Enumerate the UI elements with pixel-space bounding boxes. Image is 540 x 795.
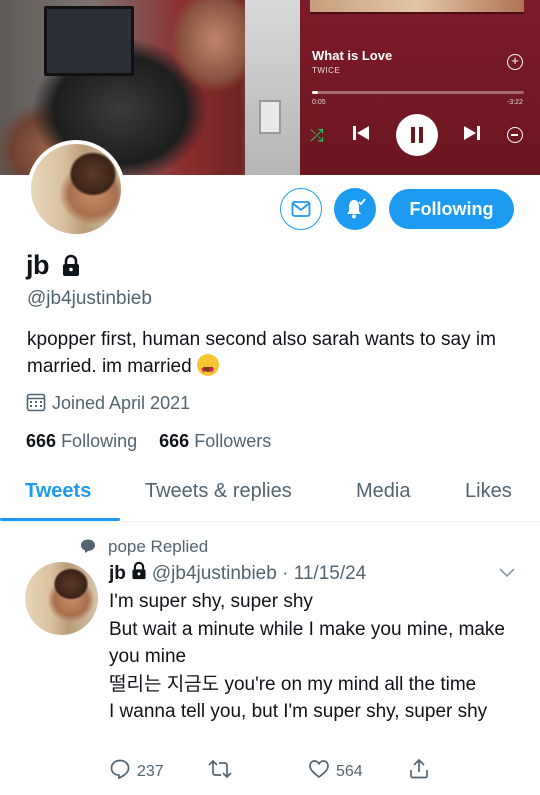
- following-button[interactable]: Following: [389, 189, 514, 229]
- tweet-author-name[interactable]: jb: [109, 563, 126, 584]
- mail-icon: [291, 201, 311, 217]
- tweet-date-separator: ·: [276, 563, 294, 584]
- remaining-time: -3:22: [507, 99, 523, 106]
- music-player: What is Love TWICE + 0:05 -3:22 ⤮: [300, 0, 540, 175]
- joined-date: Joined April 2021: [26, 392, 190, 414]
- song-artist: TWICE: [312, 66, 341, 75]
- banner-photo: [0, 0, 300, 175]
- reply-icon: [110, 759, 130, 780]
- like-icon: [309, 760, 329, 779]
- retweet-button[interactable]: [207, 758, 239, 781]
- following-count: 666: [26, 431, 57, 451]
- followers-count: 666: [159, 431, 190, 451]
- remove-icon[interactable]: [507, 127, 523, 143]
- profile-bio: kpopper first, human second also sarah w…: [27, 326, 517, 384]
- tweet-author-handle[interactable]: @jb4justinbieb: [152, 563, 277, 584]
- followers-stat[interactable]: 666 Followers: [159, 431, 271, 451]
- previous-icon[interactable]: [352, 124, 370, 147]
- tab-tweets[interactable]: Tweets: [25, 480, 91, 503]
- pause-icon[interactable]: [396, 114, 438, 156]
- bell-icon: [347, 198, 366, 219]
- like-count: 564: [336, 763, 363, 780]
- followers-label: Followers: [194, 431, 272, 451]
- progress-fill: [312, 91, 319, 94]
- banner-tv: [44, 6, 134, 76]
- lock-icon: [60, 254, 82, 278]
- reply-bubble-icon: [81, 539, 95, 553]
- tweet-actions: 237 564: [0, 758, 540, 788]
- share-button[interactable]: [408, 758, 430, 781]
- shuffle-icon[interactable]: ⤮: [310, 126, 324, 146]
- message-button[interactable]: [280, 188, 322, 230]
- profile-handle: @jb4justinbieb: [27, 288, 152, 309]
- add-icon[interactable]: +: [507, 54, 523, 70]
- profile-tabs: Tweets Tweets & replies Media Likes: [0, 466, 540, 522]
- reply-button[interactable]: 237: [109, 758, 164, 781]
- reply-count: 237: [137, 763, 164, 780]
- context-text[interactable]: pope Replied: [108, 537, 208, 556]
- joined-text: Joined April 2021: [52, 393, 191, 413]
- elapsed-time: 0:05: [312, 99, 326, 106]
- like-button[interactable]: 564: [308, 758, 363, 781]
- heart-eyes-emoji-icon: [196, 354, 219, 384]
- following-label: Following: [61, 431, 138, 451]
- tab-tweets-replies[interactable]: Tweets & replies: [145, 480, 292, 503]
- tweet-header: jb @jb4justinbieb · 11/15/24: [109, 561, 366, 585]
- tweet-date[interactable]: 11/15/24: [294, 563, 367, 584]
- tweet-text: I'm super shy, super shy But wait a minu…: [109, 588, 529, 726]
- progress-track[interactable]: [312, 91, 524, 94]
- tweet-avatar[interactable]: [25, 562, 98, 635]
- profile-avatar[interactable]: [27, 140, 125, 238]
- display-name: jb: [26, 250, 50, 280]
- tab-likes[interactable]: Likes: [465, 480, 512, 503]
- follow-stats: 666 Following 666 Followers: [26, 431, 271, 452]
- album-art: [310, 0, 524, 14]
- chevron-down-icon[interactable]: [498, 566, 516, 584]
- bio-text: kpopper first, human second also sarah w…: [27, 329, 496, 377]
- calendar-icon: [26, 393, 46, 412]
- lock-icon: [132, 561, 146, 580]
- banner-wall: [245, 0, 300, 175]
- tweet-line: 떨리는 지금도 you're on my mind all the time: [109, 673, 477, 695]
- notifications-button[interactable]: [334, 188, 376, 230]
- tweet-context: pope Replied: [80, 537, 208, 557]
- following-stat[interactable]: 666 Following: [26, 431, 137, 451]
- tweet-line: But wait a minute while I make you mine,…: [109, 618, 506, 668]
- tweet-line: I'm super shy, super shy: [109, 591, 313, 612]
- share-icon: [410, 758, 428, 779]
- song-title: What is Love: [312, 48, 393, 63]
- tweet-line: I wanna tell you, but I'm super shy, sup…: [109, 701, 488, 722]
- retweet-icon: [208, 759, 232, 779]
- next-icon[interactable]: [463, 124, 481, 147]
- tab-media[interactable]: Media: [356, 480, 410, 503]
- active-tab-indicator: [0, 518, 120, 521]
